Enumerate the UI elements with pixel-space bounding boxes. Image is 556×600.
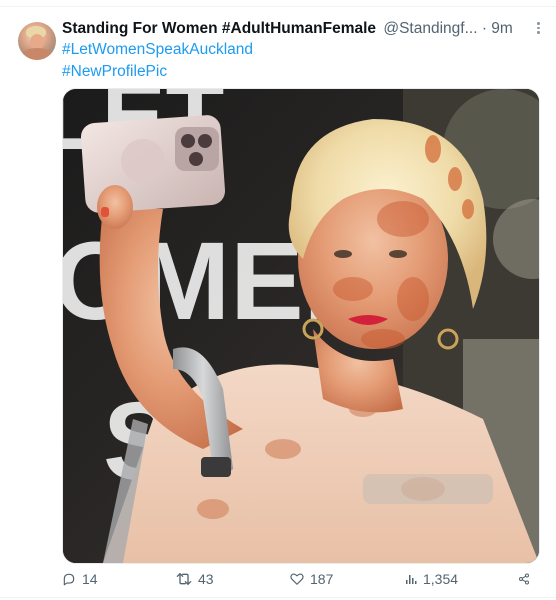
avatar-body [22,48,52,60]
tweet-feed: Standing For Women #AdultHumanFemale @St… [0,0,556,600]
retweet-count: 43 [198,571,214,587]
like-button[interactable]: 187 [290,568,333,590]
reply-icon [63,573,75,586]
author-name[interactable]: Standing For Women #AdultHumanFemale [62,20,376,37]
views-button[interactable]: 1,354 [405,568,458,590]
views-icon [406,575,417,584]
divider-bottom [0,597,556,598]
tweet-header: Standing For Women #AdultHumanFemale @St… [62,18,542,40]
hashtag-letwomenspeakauckland[interactable]: #LetWomenSpeakAuckland [62,39,253,61]
retweet-icon [176,573,192,585]
author-handle[interactable]: @Standingf... [383,20,477,37]
photo-illustration: LET OMEN S [63,89,539,563]
tweet-actions: 14 43 187 1,354 [0,568,556,590]
reply-count: 14 [82,571,98,587]
tweet-time[interactable]: · 9m [482,20,513,37]
reply-button[interactable]: 14 [62,568,98,590]
like-count: 187 [310,571,334,587]
hashtag-newprofilepic[interactable]: #NewProfilePic [62,61,167,83]
avatar[interactable] [18,22,56,60]
heart-icon [290,573,304,585]
share-button[interactable] [518,568,530,590]
views-count: 1,354 [423,571,459,587]
retweet-button[interactable]: 43 [176,568,214,590]
tweet-media-photo[interactable]: LET OMEN S [62,88,540,564]
share-icon [519,573,529,585]
divider-top [0,6,556,7]
more-options-icon[interactable] [537,22,541,36]
